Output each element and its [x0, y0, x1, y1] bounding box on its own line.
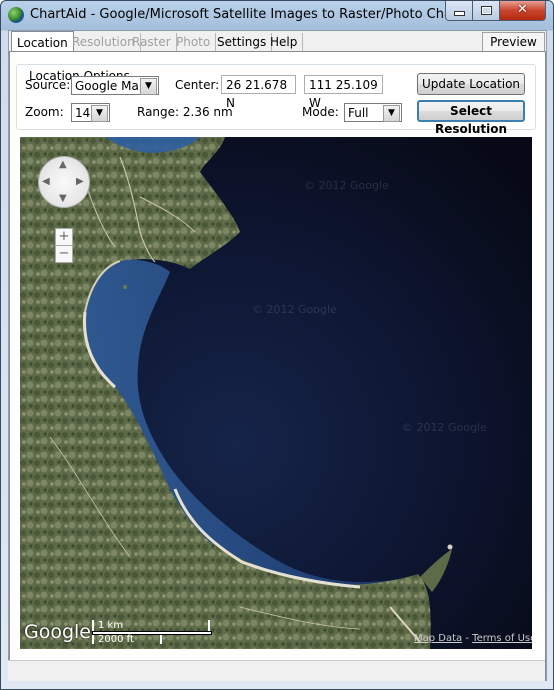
location-tab-panel: Location Options Source: Google Maps ▼ C…: [9, 51, 546, 681]
mode-value: Full: [348, 106, 369, 120]
maximize-icon: [480, 6, 492, 15]
map-watermark: © 2012 Google: [304, 179, 389, 192]
maximize-button[interactable]: [472, 1, 500, 21]
tab-location[interactable]: Location: [11, 31, 74, 53]
google-logo: Google: [24, 621, 92, 643]
select-resolution-button[interactable]: Select Resolution: [417, 100, 525, 136]
pan-left-icon[interactable]: ◀: [42, 176, 50, 187]
zoom-value: 14: [75, 106, 91, 120]
scale-ft-label: 2000 ft: [98, 634, 134, 645]
tab-raster[interactable]: Raster: [127, 33, 177, 51]
source-label: Source:: [25, 78, 71, 92]
pan-up-icon[interactable]: ▲: [59, 159, 67, 170]
attribution-separator: -: [465, 633, 469, 644]
center-label: Center:: [175, 78, 220, 92]
tab-photo[interactable]: Photo: [171, 33, 217, 51]
tab-settings[interactable]: Settings: [212, 33, 273, 51]
chevron-down-icon: ▼: [140, 78, 157, 95]
satellite-imagery: [20, 137, 532, 649]
scale-km-label: 1 km: [98, 620, 124, 631]
center-latitude-field[interactable]: 26 21.678 N: [221, 75, 296, 110]
globe-icon: [8, 7, 24, 23]
mode-select[interactable]: Full ▼: [344, 103, 402, 122]
range-text: Range: 2.36 nm: [137, 105, 233, 119]
map-watermark: © 2012 Google: [252, 303, 337, 316]
chevron-down-icon: ▼: [383, 105, 400, 122]
close-icon: ✕: [517, 2, 528, 17]
preview-button[interactable]: Preview: [482, 32, 545, 52]
map-attribution: Map Data - Terms of Use: [414, 633, 532, 644]
tab-strip: Location Resolution Raster Photo Setting…: [9, 31, 546, 53]
minimize-icon: [453, 11, 465, 16]
zoom-in-button[interactable]: +: [55, 228, 73, 246]
chevron-down-icon: ▼: [91, 105, 108, 122]
scale-bar: 1 km 2000 ft: [92, 620, 212, 645]
map-watermark: © 2012 Google: [402, 421, 487, 434]
zoom-select[interactable]: 14 ▼: [71, 103, 110, 122]
terms-of-use-link[interactable]: Terms of Use: [472, 633, 532, 644]
client-area: Location Resolution Raster Photo Setting…: [8, 30, 547, 681]
map-data-link[interactable]: Map Data: [414, 633, 462, 644]
minimize-button[interactable]: [445, 1, 473, 21]
window-title: ChartAid - Google/Microsoft Satellite Im…: [30, 7, 470, 22]
pan-down-icon[interactable]: ▼: [59, 193, 67, 204]
mode-label: Mode:: [302, 105, 339, 119]
pan-right-icon[interactable]: ▶: [76, 176, 84, 187]
pan-control[interactable]: ▲ ▼ ◀ ▶: [38, 156, 90, 208]
satellite-map[interactable]: © 2012 Google © 2012 Google © 2012 Googl…: [20, 137, 532, 649]
source-select[interactable]: Google Maps ▼: [71, 76, 159, 95]
center-longitude-field[interactable]: 111 25.109 W: [304, 75, 383, 110]
title-bar[interactable]: ChartAid - Google/Microsoft Satellite Im…: [1, 1, 553, 30]
zoom-out-button[interactable]: −: [55, 245, 73, 263]
status-bar: [8, 660, 545, 681]
update-location-button[interactable]: Update Location: [417, 73, 525, 95]
close-button[interactable]: ✕: [499, 1, 546, 21]
app-window: ChartAid - Google/Microsoft Satellite Im…: [0, 0, 554, 690]
tab-help[interactable]: Help: [265, 33, 304, 51]
zoom-label: Zoom:: [25, 105, 64, 119]
